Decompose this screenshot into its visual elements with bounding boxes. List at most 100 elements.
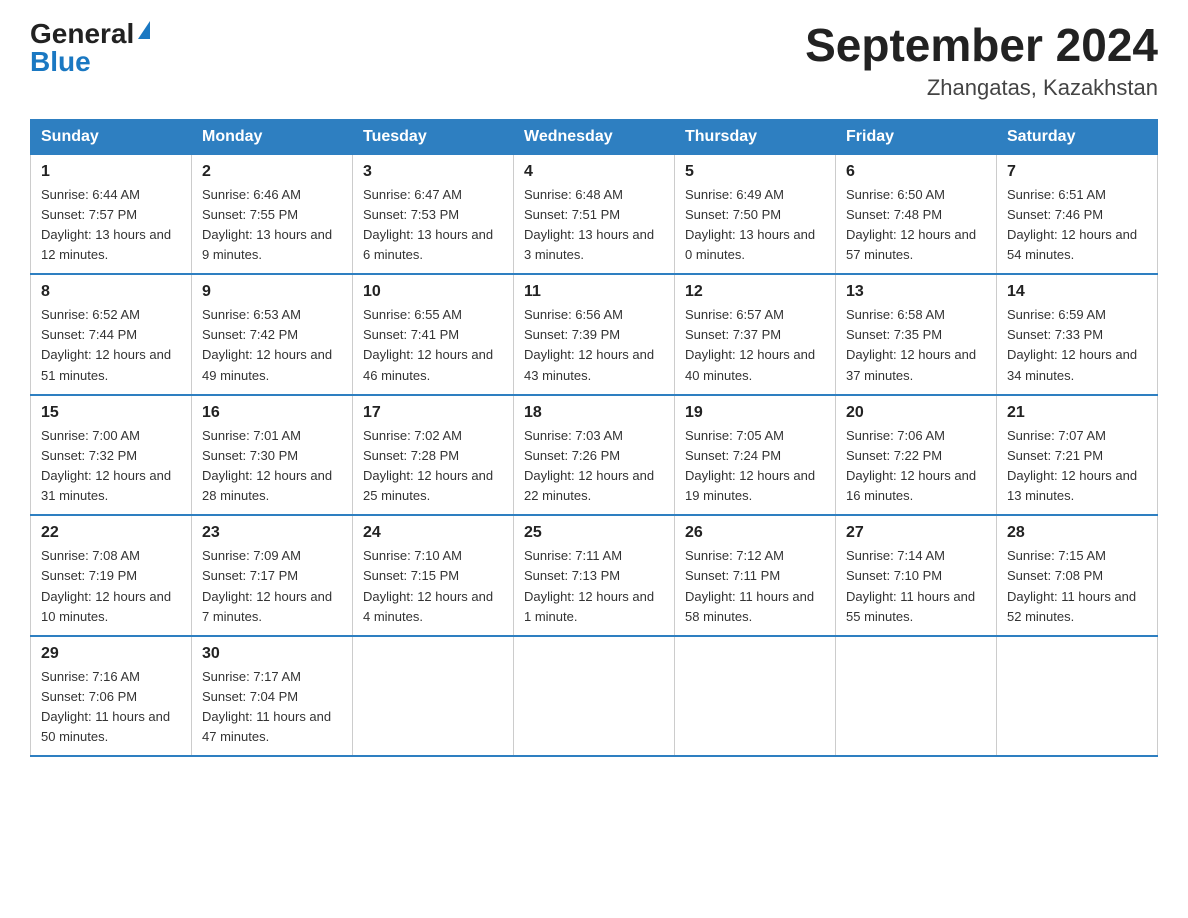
calendar-cell: 29Sunrise: 7:16 AMSunset: 7:06 PMDayligh… <box>31 636 192 757</box>
day-number: 30 <box>202 645 342 663</box>
day-number: 27 <box>846 524 986 542</box>
calendar-cell: 10 Sunrise: 6:55 AMSunset: 7:41 PMDayligh… <box>353 274 514 395</box>
calendar-cell: 12 Sunrise: 6:57 AMSunset: 7:37 PMDayligh… <box>675 274 836 395</box>
calendar-cell: 25 Sunrise: 7:11 AMSunset: 7:13 PMDayligh… <box>514 515 675 636</box>
calendar-cell: 30Sunrise: 7:17 AMSunset: 7:04 PMDayligh… <box>192 636 353 757</box>
day-info: Sunrise: 6:53 AMSunset: 7:42 PMDaylight:… <box>202 305 342 386</box>
day-info: Sunrise: 7:09 AMSunset: 7:17 PMDaylight:… <box>202 546 342 627</box>
location-text: Zhangatas, Kazakhstan <box>805 75 1158 101</box>
title-block: September 2024 Zhangatas, Kazakhstan <box>805 20 1158 101</box>
day-number: 5 <box>685 163 825 181</box>
logo-blue-text: Blue <box>30 48 91 76</box>
day-info: Sunrise: 6:44 AMSunset: 7:57 PMDaylight:… <box>41 185 181 266</box>
calendar-cell: 28 Sunrise: 7:15 AMSunset: 7:08 PMDayligh… <box>997 515 1158 636</box>
day-info: Sunrise: 6:48 AMSunset: 7:51 PMDaylight:… <box>524 185 664 266</box>
calendar-cell: 20 Sunrise: 7:06 AMSunset: 7:22 PMDayligh… <box>836 395 997 516</box>
day-number: 15 <box>41 404 181 422</box>
logo: General Blue <box>30 20 150 76</box>
weekday-header-row: SundayMondayTuesdayWednesdayThursdayFrid… <box>31 119 1158 154</box>
day-number: 20 <box>846 404 986 422</box>
calendar-cell: 11Sunrise: 6:56 AMSunset: 7:39 PMDayligh… <box>514 274 675 395</box>
day-info: Sunrise: 6:55 AMSunset: 7:41 PMDaylight:… <box>363 305 503 386</box>
calendar-cell: 5 Sunrise: 6:49 AMSunset: 7:50 PMDaylight… <box>675 154 836 274</box>
calendar-cell: 27Sunrise: 7:14 AMSunset: 7:10 PMDayligh… <box>836 515 997 636</box>
calendar-cell <box>836 636 997 757</box>
calendar-cell: 2 Sunrise: 6:46 AMSunset: 7:55 PMDaylight… <box>192 154 353 274</box>
calendar-cell <box>514 636 675 757</box>
day-number: 23 <box>202 524 342 542</box>
calendar-cell: 15 Sunrise: 7:00 AMSunset: 7:32 PMDayligh… <box>31 395 192 516</box>
calendar-cell: 4 Sunrise: 6:48 AMSunset: 7:51 PMDaylight… <box>514 154 675 274</box>
calendar-week-row: 22 Sunrise: 7:08 AMSunset: 7:19 PMDayligh… <box>31 515 1158 636</box>
day-number: 3 <box>363 163 503 181</box>
day-info: Sunrise: 6:57 AMSunset: 7:37 PMDaylight:… <box>685 305 825 386</box>
day-info: Sunrise: 7:05 AMSunset: 7:24 PMDaylight:… <box>685 426 825 507</box>
day-info: Sunrise: 7:00 AMSunset: 7:32 PMDaylight:… <box>41 426 181 507</box>
day-number: 8 <box>41 283 181 301</box>
day-number: 22 <box>41 524 181 542</box>
calendar-cell: 13Sunrise: 6:58 AMSunset: 7:35 PMDayligh… <box>836 274 997 395</box>
calendar-cell: 17Sunrise: 7:02 AMSunset: 7:28 PMDayligh… <box>353 395 514 516</box>
calendar-cell: 19 Sunrise: 7:05 AMSunset: 7:24 PMDayligh… <box>675 395 836 516</box>
day-number: 14 <box>1007 283 1147 301</box>
weekday-header-friday: Friday <box>836 119 997 154</box>
day-info: Sunrise: 7:01 AMSunset: 7:30 PMDaylight:… <box>202 426 342 507</box>
day-info: Sunrise: 7:12 AMSunset: 7:11 PMDaylight:… <box>685 546 825 627</box>
calendar-cell: 21 Sunrise: 7:07 AMSunset: 7:21 PMDayligh… <box>997 395 1158 516</box>
calendar-cell: 16 Sunrise: 7:01 AMSunset: 7:30 PMDayligh… <box>192 395 353 516</box>
day-number: 19 <box>685 404 825 422</box>
day-info: Sunrise: 6:47 AMSunset: 7:53 PMDaylight:… <box>363 185 503 266</box>
day-number: 18 <box>524 404 664 422</box>
weekday-header-sunday: Sunday <box>31 119 192 154</box>
day-number: 12 <box>685 283 825 301</box>
calendar-cell: 6Sunrise: 6:50 AMSunset: 7:48 PMDaylight… <box>836 154 997 274</box>
day-info: Sunrise: 7:02 AMSunset: 7:28 PMDaylight:… <box>363 426 503 507</box>
calendar-week-row: 29Sunrise: 7:16 AMSunset: 7:06 PMDayligh… <box>31 636 1158 757</box>
weekday-header-thursday: Thursday <box>675 119 836 154</box>
day-number: 4 <box>524 163 664 181</box>
calendar-cell: 23 Sunrise: 7:09 AMSunset: 7:17 PMDayligh… <box>192 515 353 636</box>
calendar-cell: 9Sunrise: 6:53 AMSunset: 7:42 PMDaylight… <box>192 274 353 395</box>
day-info: Sunrise: 6:58 AMSunset: 7:35 PMDaylight:… <box>846 305 986 386</box>
month-title: September 2024 <box>805 20 1158 71</box>
day-number: 7 <box>1007 163 1147 181</box>
calendar-cell: 1 Sunrise: 6:44 AMSunset: 7:57 PMDaylight… <box>31 154 192 274</box>
page-header: General Blue September 2024 Zhangatas, K… <box>30 20 1158 101</box>
day-number: 24 <box>363 524 503 542</box>
day-number: 28 <box>1007 524 1147 542</box>
day-info: Sunrise: 7:03 AMSunset: 7:26 PMDaylight:… <box>524 426 664 507</box>
day-number: 26 <box>685 524 825 542</box>
calendar-cell <box>997 636 1158 757</box>
calendar-week-row: 8Sunrise: 6:52 AMSunset: 7:44 PMDaylight… <box>31 274 1158 395</box>
day-info: Sunrise: 6:46 AMSunset: 7:55 PMDaylight:… <box>202 185 342 266</box>
calendar-cell: 22 Sunrise: 7:08 AMSunset: 7:19 PMDayligh… <box>31 515 192 636</box>
day-info: Sunrise: 7:11 AMSunset: 7:13 PMDaylight:… <box>524 546 664 627</box>
calendar-cell: 14 Sunrise: 6:59 AMSunset: 7:33 PMDayligh… <box>997 274 1158 395</box>
calendar-week-row: 15 Sunrise: 7:00 AMSunset: 7:32 PMDayligh… <box>31 395 1158 516</box>
calendar-cell: 18 Sunrise: 7:03 AMSunset: 7:26 PMDayligh… <box>514 395 675 516</box>
day-info: Sunrise: 6:49 AMSunset: 7:50 PMDaylight:… <box>685 185 825 266</box>
weekday-header-wednesday: Wednesday <box>514 119 675 154</box>
calendar-cell: 7 Sunrise: 6:51 AMSunset: 7:46 PMDaylight… <box>997 154 1158 274</box>
day-info: Sunrise: 7:08 AMSunset: 7:19 PMDaylight:… <box>41 546 181 627</box>
weekday-header-tuesday: Tuesday <box>353 119 514 154</box>
day-number: 21 <box>1007 404 1147 422</box>
day-info: Sunrise: 7:15 AMSunset: 7:08 PMDaylight:… <box>1007 546 1147 627</box>
day-number: 1 <box>41 163 181 181</box>
day-info: Sunrise: 7:16 AMSunset: 7:06 PMDaylight:… <box>41 667 181 748</box>
day-info: Sunrise: 7:06 AMSunset: 7:22 PMDaylight:… <box>846 426 986 507</box>
calendar-cell <box>353 636 514 757</box>
day-number: 16 <box>202 404 342 422</box>
calendar-cell: 26 Sunrise: 7:12 AMSunset: 7:11 PMDayligh… <box>675 515 836 636</box>
day-number: 25 <box>524 524 664 542</box>
day-info: Sunrise: 6:59 AMSunset: 7:33 PMDaylight:… <box>1007 305 1147 386</box>
calendar-table: SundayMondayTuesdayWednesdayThursdayFrid… <box>30 119 1158 758</box>
day-number: 2 <box>202 163 342 181</box>
day-info: Sunrise: 7:10 AMSunset: 7:15 PMDaylight:… <box>363 546 503 627</box>
day-number: 10 <box>363 283 503 301</box>
day-info: Sunrise: 7:07 AMSunset: 7:21 PMDaylight:… <box>1007 426 1147 507</box>
logo-general-text: General <box>30 20 134 48</box>
calendar-cell <box>675 636 836 757</box>
weekday-header-saturday: Saturday <box>997 119 1158 154</box>
day-info: Sunrise: 6:51 AMSunset: 7:46 PMDaylight:… <box>1007 185 1147 266</box>
